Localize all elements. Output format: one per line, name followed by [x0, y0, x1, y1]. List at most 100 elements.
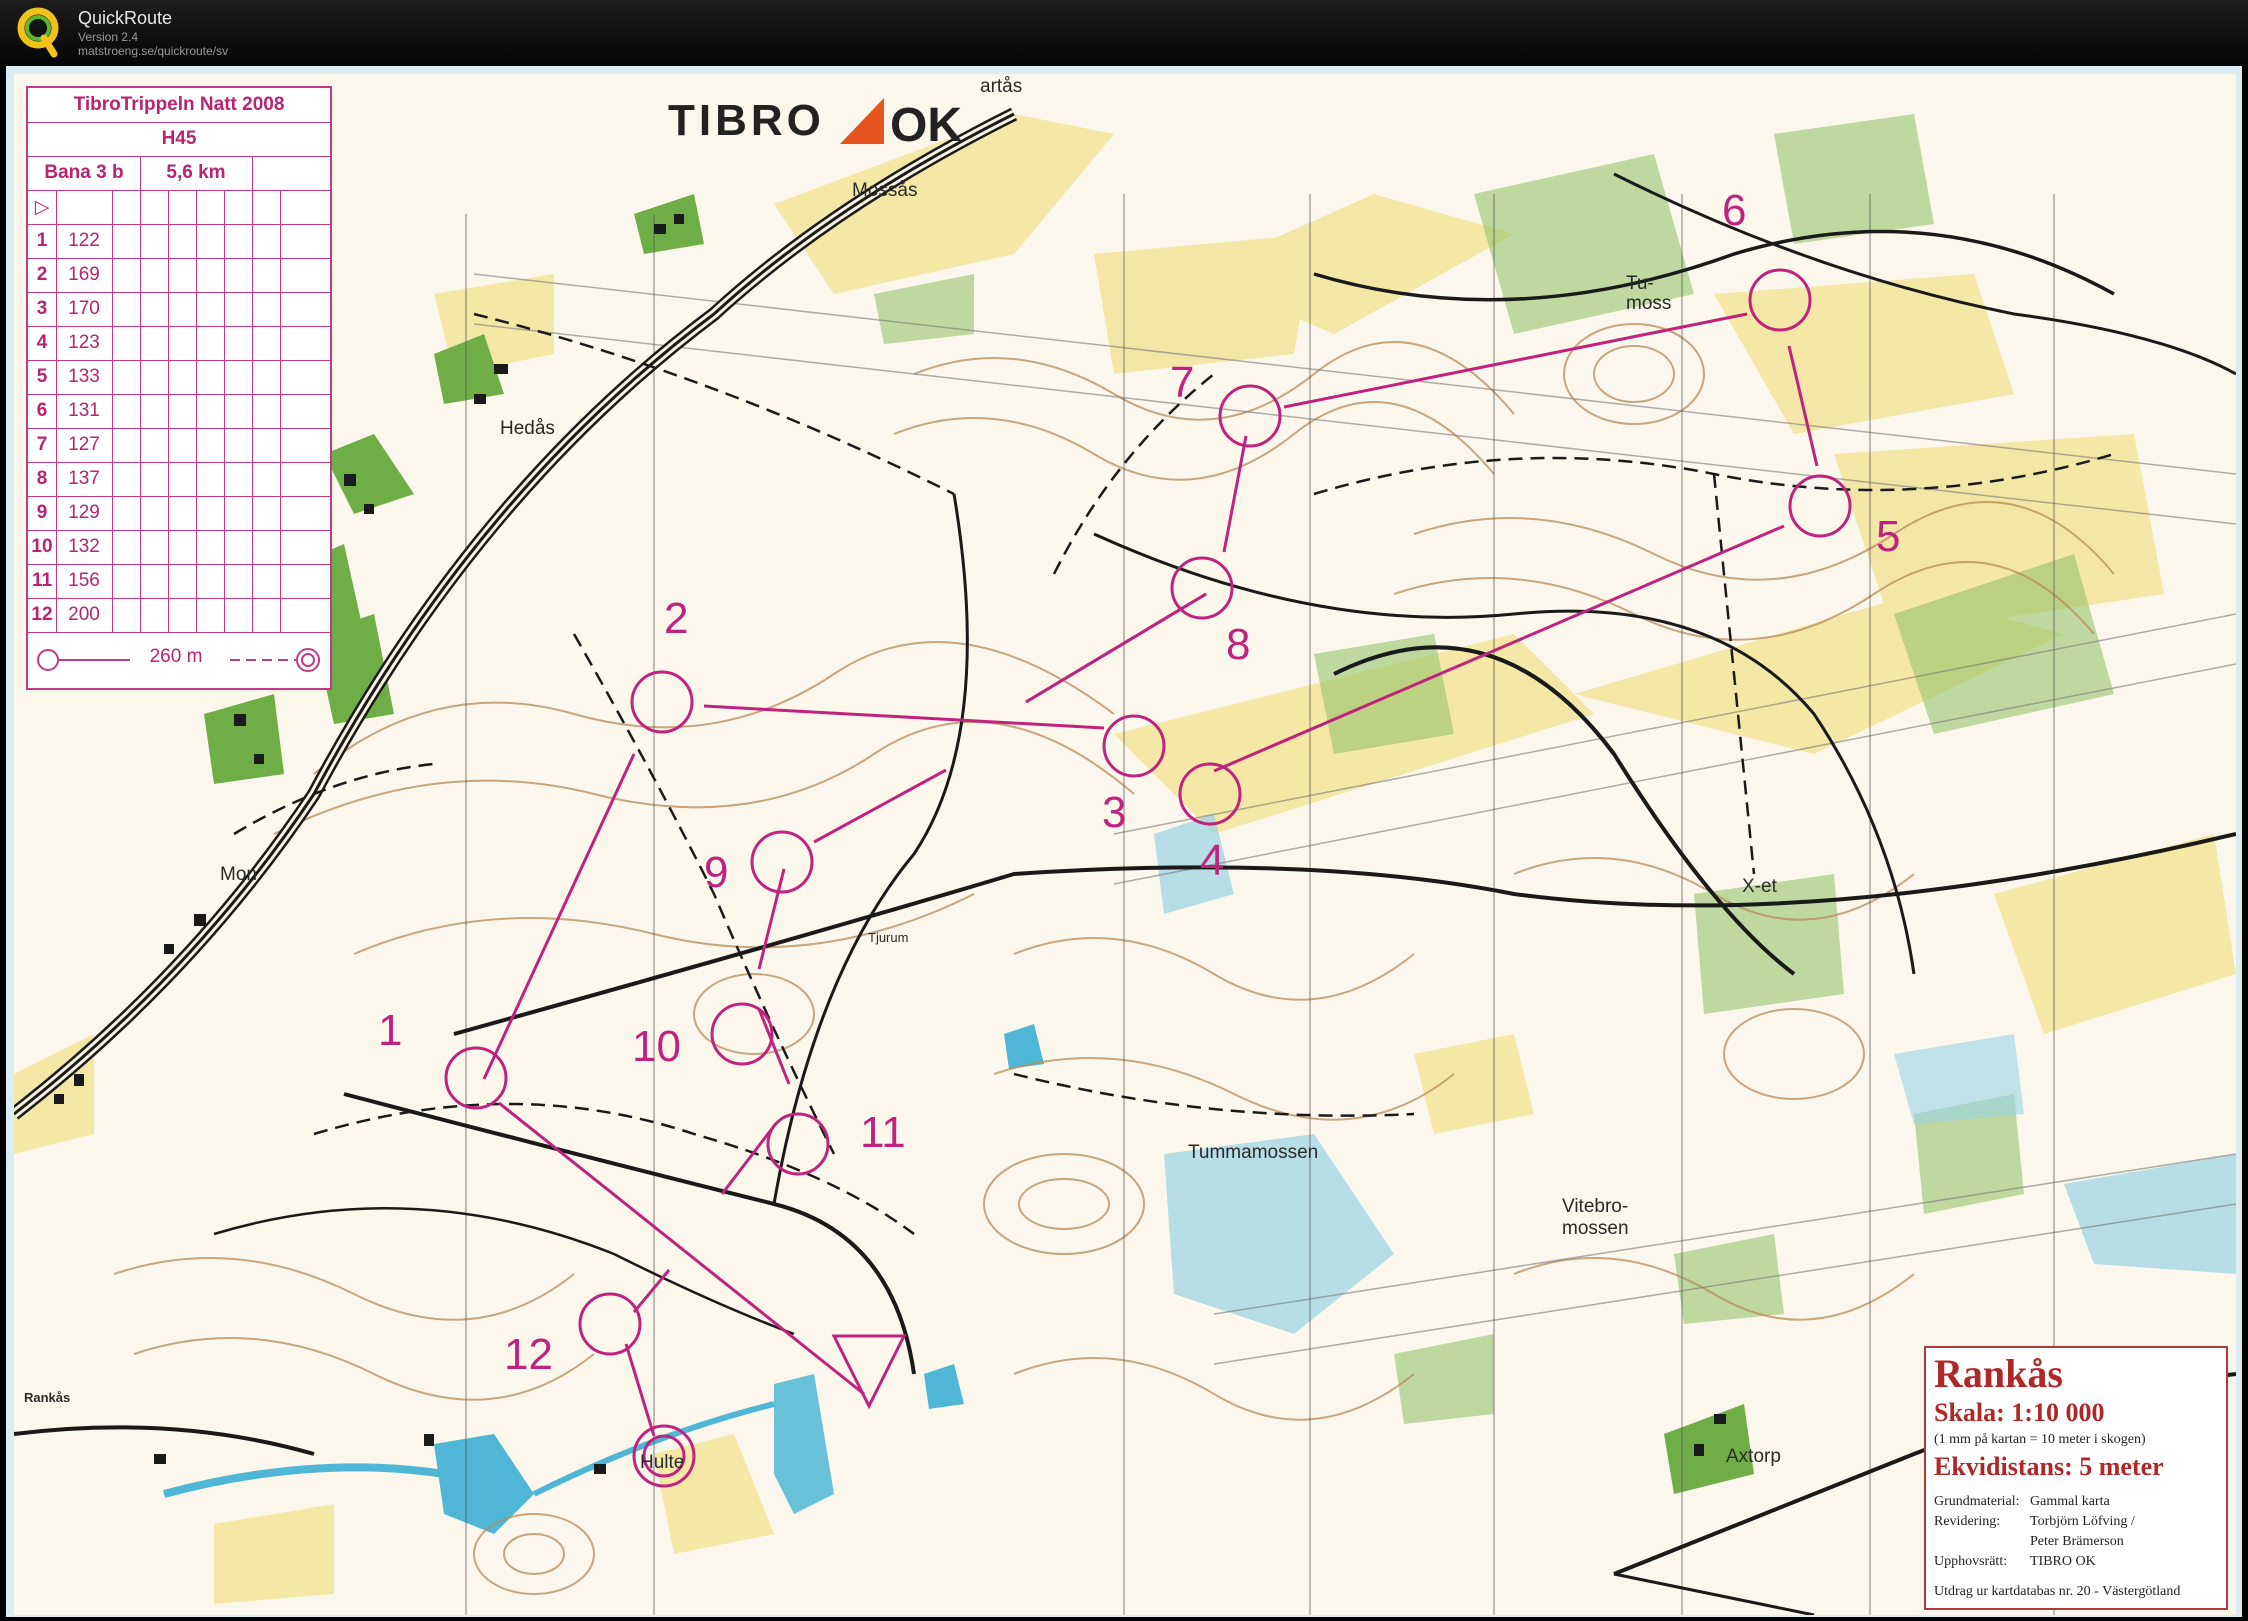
place-label-axtorp: Axtorp — [1726, 1446, 1781, 1467]
app-url: matstroeng.se/quickroute/sv — [78, 44, 229, 58]
description-cell — [280, 292, 330, 326]
description-cell — [280, 530, 330, 564]
place-label-vitebromossen: Vitebro- mossen — [1562, 1196, 1629, 1239]
control-code: 156 — [56, 564, 113, 598]
tibro-logo-text: TIBRO — [668, 96, 825, 145]
place-label-mossas: Mossås — [852, 180, 918, 201]
description-cell — [280, 462, 330, 496]
start-symbol-icon: ▷ — [28, 190, 57, 224]
description-cell — [196, 530, 225, 564]
description-cell — [140, 258, 169, 292]
legend-revision-key: Revidering: — [1934, 1514, 2001, 1529]
description-cell — [168, 564, 197, 598]
control-number: 3 — [28, 292, 57, 326]
description-cell — [252, 394, 281, 428]
app-version: Version 2.4 — [78, 30, 139, 44]
control-number: 7 — [28, 428, 57, 462]
card-control-row: 12 200 — [28, 598, 330, 633]
description-cell — [196, 394, 225, 428]
place-label-hedas: Hedås — [500, 418, 555, 439]
legend-extract: Utdrag ur kartdatabas nr. 20 - Västergöt… — [1934, 1584, 2181, 1599]
description-cell — [280, 258, 330, 292]
description-cell — [140, 326, 169, 360]
control-label-4: 4 — [1200, 836, 1225, 885]
description-cell — [196, 462, 225, 496]
description-cell — [112, 224, 141, 258]
place-label-mon: Mon — [220, 864, 257, 885]
description-cell — [224, 462, 253, 496]
control-code: 133 — [56, 360, 113, 394]
description-cell — [196, 224, 225, 258]
card-control-row: 7 127 — [28, 428, 330, 463]
description-cell — [196, 292, 225, 326]
description-cell — [140, 394, 169, 428]
tibro-ok-logo: TIBRO OK — [654, 86, 984, 156]
control-label-3: 3 — [1102, 788, 1127, 837]
control-label-12: 12 — [504, 1330, 553, 1379]
description-cell — [168, 496, 197, 530]
description-cell — [224, 496, 253, 530]
description-cell — [140, 360, 169, 394]
description-cell — [224, 428, 253, 462]
dark-green-areas — [204, 194, 1754, 1494]
description-cell — [112, 258, 141, 292]
card-class: H45 — [161, 128, 197, 149]
description-cell — [168, 462, 197, 496]
description-cell — [252, 224, 281, 258]
place-label-tjurum: Tjurum — [868, 930, 909, 945]
description-cell — [252, 258, 281, 292]
description-cell — [112, 598, 141, 632]
description-cell — [252, 292, 281, 326]
description-cell — [224, 530, 253, 564]
place-label-rankas-small: Rankås — [24, 1390, 71, 1405]
card-control-row: 3 170 — [28, 292, 330, 327]
description-cell — [280, 326, 330, 360]
control-label-6: 6 — [1722, 186, 1747, 235]
description-cell — [280, 224, 330, 258]
description-cell — [140, 530, 169, 564]
control-label-7: 7 — [1170, 358, 1195, 407]
control-code: 132 — [56, 530, 113, 564]
description-cell — [224, 598, 253, 632]
description-cell — [252, 598, 281, 632]
description-cell — [196, 564, 225, 598]
legend-base-key: Grundmaterial: — [1934, 1494, 2020, 1509]
description-cell — [252, 564, 281, 598]
legend-map-name: Rankås — [1934, 1351, 2063, 1396]
description-cell — [168, 428, 197, 462]
card-control-row: 9 129 — [28, 496, 330, 531]
control-code: 137 — [56, 462, 113, 496]
control-label-8: 8 — [1226, 620, 1251, 669]
map-legend: Rankås Skala: 1:10 000 (1 mm på kartan =… — [1924, 1346, 2228, 1610]
description-cell — [280, 428, 330, 462]
description-cell — [140, 462, 169, 496]
place-label-tummamossen: Tummamossen — [1188, 1142, 1319, 1163]
description-cell — [280, 394, 330, 428]
control-number: 12 — [28, 598, 57, 632]
description-cell — [252, 360, 281, 394]
description-cell — [112, 530, 141, 564]
description-cell — [252, 462, 281, 496]
card-control-row: 8 137 — [28, 462, 330, 497]
card-start-row: ▷ — [28, 190, 330, 225]
place-label-xet: X-et — [1742, 876, 1777, 897]
description-cell — [112, 360, 141, 394]
description-cell — [112, 326, 141, 360]
finish-distance: 260 m — [149, 646, 203, 667]
description-cell — [224, 258, 253, 292]
card-class-row: H45 — [28, 122, 330, 157]
control-label-5: 5 — [1876, 512, 1901, 561]
app-name: QuickRoute — [78, 8, 173, 28]
card-event-row: TibroTrippeln Natt 2008 — [28, 88, 330, 123]
quickroute-logo-icon — [17, 7, 59, 58]
orienteering-map[interactable]: Hedås Mossås artås Mon Tu- moss Tjurum X… — [14, 74, 2236, 1615]
description-cell — [252, 530, 281, 564]
control-number: 11 — [28, 564, 57, 598]
card-course-name: Bana 3 b — [28, 156, 141, 190]
description-cell — [196, 360, 225, 394]
control-code: 200 — [56, 598, 113, 632]
description-cell — [252, 496, 281, 530]
description-cell — [168, 292, 197, 326]
description-cell — [112, 292, 141, 326]
legend-revision-value: Torbjörn Löfving / — [2030, 1514, 2135, 1529]
